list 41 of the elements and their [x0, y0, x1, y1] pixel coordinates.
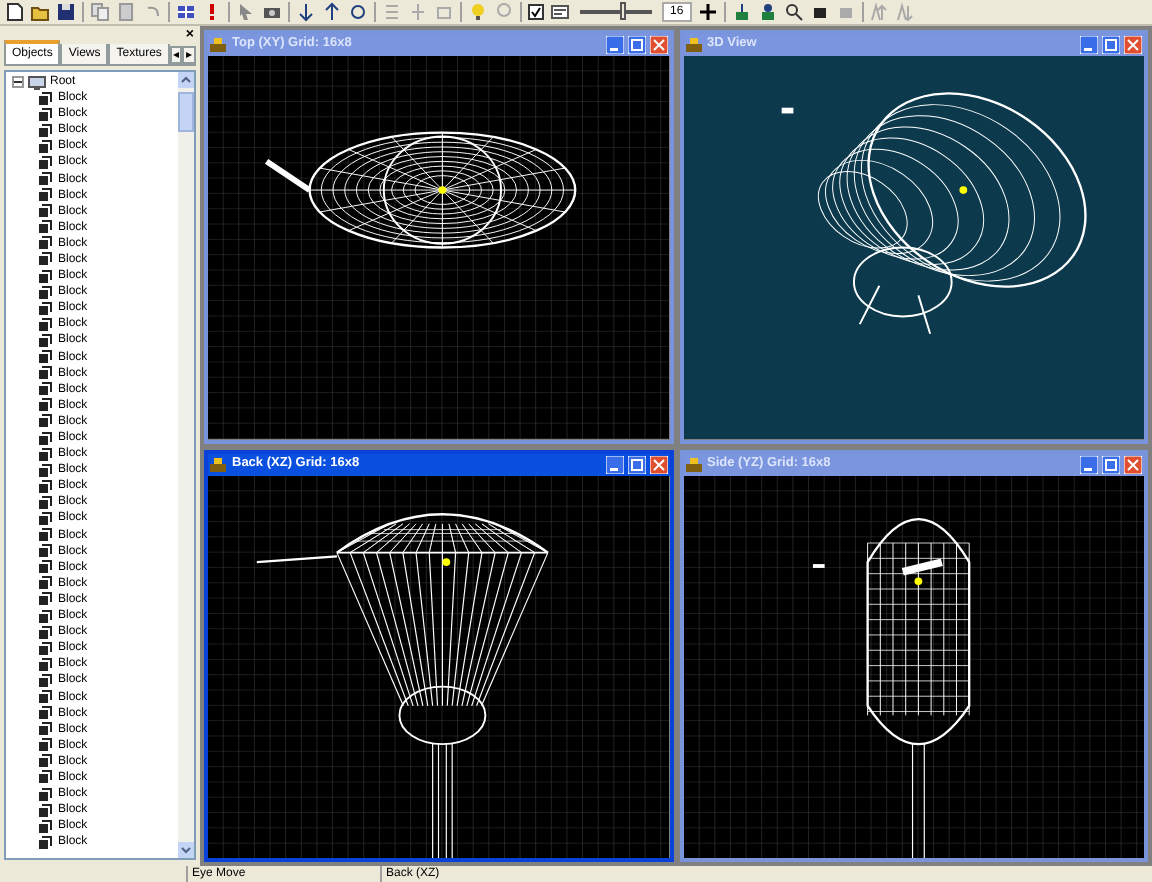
scroll-down-icon[interactable]: [178, 842, 194, 858]
camera-icon[interactable]: [262, 2, 282, 22]
move-tool-icon[interactable]: [322, 2, 342, 22]
folder-icon[interactable]: [30, 2, 50, 22]
close-icon[interactable]: [1124, 36, 1142, 54]
scrollbar[interactable]: [178, 72, 194, 858]
slider-thumb[interactable]: [619, 2, 626, 20]
app-icon: [685, 36, 703, 54]
minus-icon: [14, 78, 22, 86]
check-icon: [530, 6, 542, 18]
app-icon: [685, 455, 703, 473]
minimize-icon[interactable]: [605, 36, 623, 54]
maximize-icon[interactable]: [1102, 36, 1120, 54]
save-icon[interactable]: [56, 2, 76, 22]
maximize-icon[interactable]: [1102, 455, 1120, 473]
list-icon[interactable]: [550, 2, 570, 22]
rotate-tool-icon[interactable]: [348, 2, 368, 22]
cursor-icon[interactable]: [236, 2, 256, 22]
view-tool-icon[interactable]: [757, 2, 778, 22]
grid-icon[interactable]: [176, 2, 196, 22]
new-file-icon[interactable]: [4, 2, 24, 22]
block-icon[interactable]: [809, 2, 830, 22]
snap-checkbox[interactable]: [528, 4, 544, 20]
maximize-icon[interactable]: [627, 455, 645, 473]
minimize-icon[interactable]: [1080, 455, 1098, 473]
view-tool-icon[interactable]: [731, 2, 752, 22]
zoom-icon[interactable]: [783, 2, 804, 22]
scroll-up-icon[interactable]: [178, 72, 194, 88]
app-icon: [210, 36, 228, 54]
close-icon[interactable]: [649, 36, 667, 54]
close-icon[interactable]: [649, 455, 667, 473]
crosshair-icon[interactable]: [697, 2, 718, 22]
monitor-icon: [28, 75, 46, 89]
scroll-thumb[interactable]: [178, 92, 194, 132]
move-tool-icon[interactable]: [296, 2, 316, 22]
collapse-toggle[interactable]: [12, 76, 24, 88]
close-icon[interactable]: [1124, 455, 1142, 473]
minimize-icon[interactable]: [605, 455, 623, 473]
minimize-icon[interactable]: [1080, 36, 1098, 54]
app-icon: [210, 455, 228, 473]
maximize-icon[interactable]: [627, 36, 645, 54]
